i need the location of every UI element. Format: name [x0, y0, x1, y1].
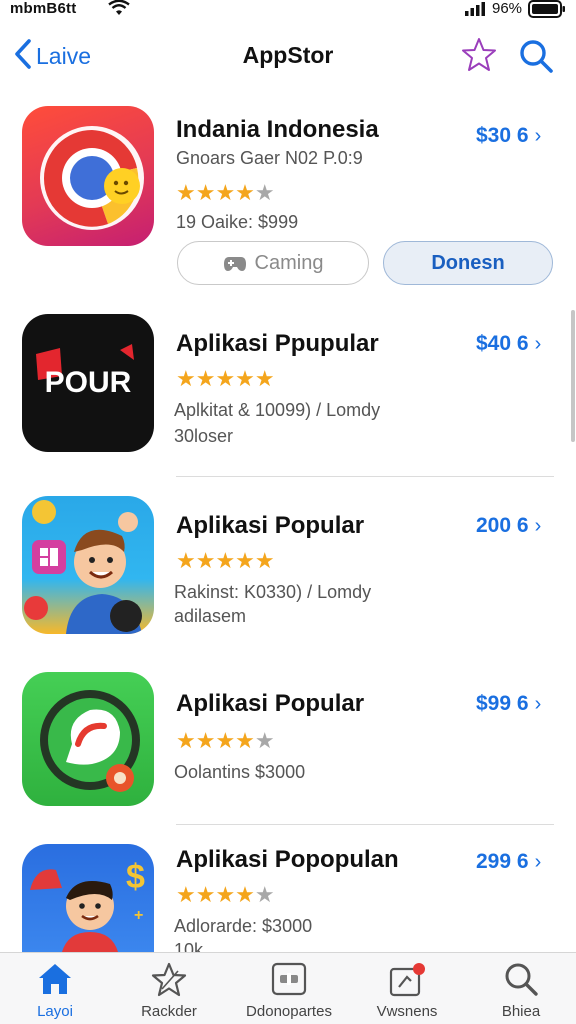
- tab-label: Bhiea: [501, 1003, 541, 1020]
- tab-games[interactable]: Ddonopartes: [234, 953, 344, 1024]
- tab-label: Ddonopartes: [246, 1003, 332, 1020]
- search-icon: [466, 961, 576, 997]
- star-rating: ★★★★★: [176, 882, 275, 907]
- list-item[interactable]: $ + Aplikasi Popopulan ★★★★★ Adlorarde: …: [0, 0, 576, 960]
- updates-icon: [352, 961, 462, 999]
- tab-label: Layoi: [37, 1003, 73, 1020]
- tab-bar: Layoi Rackder Ddonopartes Vwsnens Bhiea: [0, 952, 576, 1024]
- tab-label: Rackder: [141, 1003, 197, 1020]
- games-icon: [234, 961, 344, 997]
- star-outline-icon: [114, 961, 224, 999]
- cartoon-boy-icon[interactable]: $ +: [22, 844, 154, 952]
- tab-search[interactable]: Bhiea: [466, 953, 576, 1024]
- svg-text:$: $: [126, 858, 145, 896]
- app-name: Aplikasi Popopulan: [176, 846, 399, 873]
- home-icon: [0, 961, 110, 997]
- tab-label: Vwsnens: [376, 1003, 438, 1020]
- tab-updates[interactable]: Vwsnens: [352, 953, 462, 1024]
- tab-ranked[interactable]: Rackder: [114, 953, 224, 1024]
- price-button[interactable]: 299 6 ›: [476, 850, 541, 874]
- tab-today[interactable]: Layoi: [0, 953, 110, 1024]
- app-meta: Adlorarde: $3000: [174, 916, 313, 936]
- svg-text:+: +: [134, 907, 143, 924]
- scrollbar[interactable]: [571, 310, 575, 442]
